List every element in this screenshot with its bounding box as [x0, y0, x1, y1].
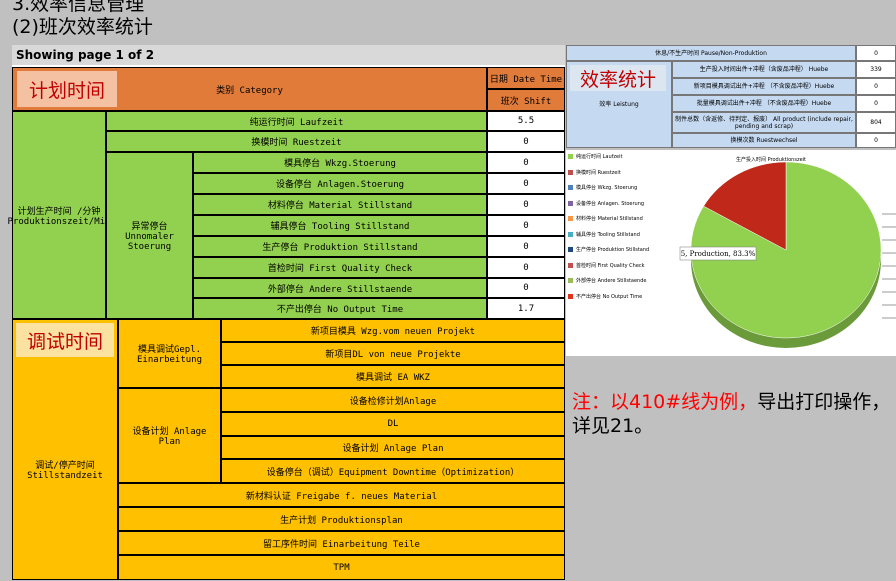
chart-title: 生产投入时间 Produktionszeit — [736, 156, 806, 163]
summary-row-label: 休息/不生产时间 Pause/Non-Produktion — [566, 45, 856, 61]
pie-chart-svg: 生产投入时间 Produktionszeit 5, Production, 83… — [679, 156, 896, 348]
data-label-text: 5, Production, 83.3% — [681, 250, 756, 258]
row-label: 首检时间 First Quality Check — [193, 257, 487, 278]
efficiency-summary-table: 休息/不生产时间 Pause/Non-Produktion 0 效率 Leist… — [566, 45, 896, 148]
summary-row-value: 804 — [856, 112, 896, 133]
summary-row-label: 生产投入时间出件+冲程（含废品冲程） Huebe — [672, 61, 856, 78]
row-label: 材料停台 Material Stillstand — [193, 194, 487, 215]
production-time-group: 计划生产时间 /分钟 Produktionszeit/Min — [8, 111, 110, 319]
pager-text: Showing page 1 of 2 — [12, 45, 565, 65]
note-red: 注：以410#线为例， — [572, 391, 758, 413]
shift-header: 班次 Shift — [487, 89, 565, 111]
production-time-chart: 纯运行时间 Laufzeit 换模时间 Ruestzeit 模具停台 Wkzg. S… — [566, 150, 896, 356]
unnormal-stop-group: 异常停台 Unnomaler Stoerung — [106, 152, 193, 319]
summary-row-value: 0 — [856, 133, 896, 148]
row-label: 模具停台 Wkzg.Stoerung — [193, 152, 487, 173]
summary-row-value: 339 — [856, 61, 896, 78]
row-value: 0 — [487, 215, 565, 236]
category-header-label: 类别 Category — [216, 85, 283, 96]
row-label: 辅具停台 Tooling Stillstand — [193, 215, 487, 236]
debug-row: 设备停台（调试）Equipment Downtime（Optimization） — [221, 459, 565, 483]
page-title: 3.效率信息管理 — [12, 0, 145, 15]
row-label: 换模时间 Ruestzeit — [106, 131, 487, 152]
note-text: 注：以410#线为例，导出打印操作，详见21。 — [572, 390, 892, 438]
row-label: 生产停台 Produktion Stillstand — [193, 236, 487, 257]
summary-row-label: 批量模具调试出件+冲程 （不含废品冲程）Huebe — [672, 95, 856, 112]
summary-row-label: 换模次数 Ruestwechsel — [672, 133, 856, 148]
pie-data-label: 5, Production, 83.3% — [679, 246, 757, 261]
row-value: 0 — [487, 278, 565, 298]
efficiency-table-panel: Showing page 1 of 2 类别 Category 计划时间 日期 … — [8, 45, 565, 580]
row-label: 设备停台 Anlagen.Stoerung — [193, 173, 487, 194]
row-value: 0 — [487, 152, 565, 173]
debug-row: 设备检修计划Anlage — [221, 388, 565, 412]
row-value: 0 — [487, 194, 565, 215]
debug-row: TPM — [118, 555, 565, 580]
plan-time-label: 计划时间 — [17, 71, 117, 107]
summary-row-label: 新项目模具调试出件+冲程 （不含废品冲程）Huebe — [672, 78, 856, 95]
debug-time-label: 调试时间 — [16, 323, 114, 357]
summary-row-value: 0 — [856, 78, 896, 95]
summary-row-value: 0 — [856, 95, 896, 112]
row-value: 5.5 — [487, 111, 565, 131]
mold-debug-group: 模具调试Gepl. Einarbeitung — [118, 319, 221, 388]
debug-row: 新项目模具 Wzg.vom neuen Projekt — [221, 319, 565, 342]
debug-row: 留工序件时间 Einarbeitung Teile — [118, 531, 565, 555]
summary-row-value: 0 — [856, 45, 896, 61]
debug-time-group: 调试/停产时间 Stillstandzeit — [12, 319, 118, 580]
debug-row: 新项目DL von neue Projekte — [221, 342, 565, 365]
debug-row: 生产计划 Produktionsplan — [118, 507, 565, 531]
row-value: 0 — [487, 131, 565, 152]
page-subtitle: (2)班次效率统计 — [12, 16, 153, 38]
date-header: 日期 Date Time — [487, 67, 565, 89]
row-value: 1.7 — [487, 298, 565, 319]
row-value: 0 — [487, 257, 565, 278]
summary-row-label: 制件总数（含返修、待判定、报废） All product (include re… — [672, 112, 856, 133]
efficiency-label: 效率统计 — [570, 65, 666, 91]
row-label: 外部停台 Andere Stillstaende — [193, 278, 487, 298]
row-value: 0 — [487, 173, 565, 194]
debug-row: 新材料认证 Freigabe f. neues Material — [118, 483, 565, 507]
row-value: 0 — [487, 236, 565, 257]
row-label: 纯运行时间 Laufzeit — [106, 111, 487, 131]
debug-row: DL — [221, 412, 565, 436]
debug-row: 模具调试 EA WKZ — [221, 365, 565, 388]
device-plan-group: 设备计划 Anlage Plan — [118, 388, 221, 483]
row-label: 不产出停台 No Output Time — [193, 298, 487, 319]
debug-row: 设备计划 Anlage Plan — [221, 436, 565, 459]
